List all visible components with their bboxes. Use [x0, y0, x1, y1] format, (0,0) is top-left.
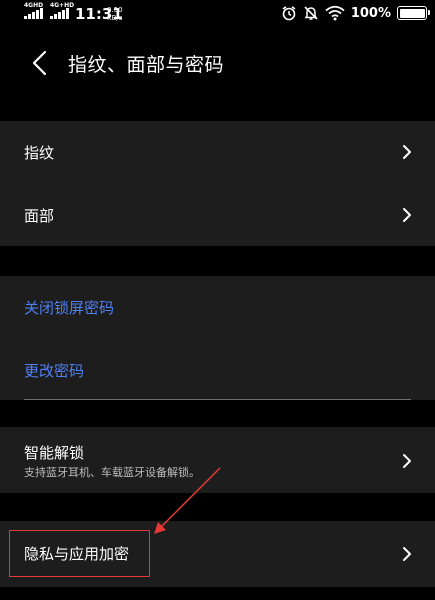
alarm-icon	[282, 6, 296, 21]
signal-1-label: 4GHD	[24, 2, 44, 9]
fingerprint-label: 指纹	[24, 144, 55, 162]
net-speed: 0.50 KB/s	[107, 6, 123, 22]
chevron-right-icon	[403, 208, 411, 222]
status-right: 100%	[281, 5, 430, 21]
signal-2-label: 4G+HD	[50, 2, 75, 9]
mute-icon	[304, 6, 318, 20]
chevron-right-icon	[403, 145, 411, 159]
battery-percent: 100%	[350, 5, 391, 21]
net-speed-unit: KB/s	[107, 14, 123, 22]
disable-lock-password-label: 关闭锁屏密码	[24, 299, 115, 317]
annotation-highlight-box	[9, 530, 150, 577]
status-bar: 4GHD 4G+HD 11:31 0.50 KB/s 100%	[0, 0, 435, 32]
biometrics-group: 指纹 面部	[0, 121, 435, 246]
password-group: 关闭锁屏密码 更改密码	[0, 276, 435, 400]
fingerprint-row[interactable]: 指纹	[0, 121, 435, 183]
smart-unlock-label: 智能解锁	[24, 444, 85, 462]
divider	[24, 399, 411, 400]
change-password-row[interactable]: 更改密码	[0, 338, 435, 400]
change-password-label: 更改密码	[24, 362, 85, 380]
signal-icon: 4G+HD	[50, 2, 74, 19]
chevron-left-icon[interactable]	[28, 50, 52, 76]
page-title: 指纹、面部与密码	[68, 54, 225, 76]
disable-lock-password-row[interactable]: 关闭锁屏密码	[0, 276, 435, 338]
wifi-icon	[325, 5, 345, 21]
face-label: 面部	[24, 207, 55, 225]
face-row[interactable]: 面部	[0, 183, 435, 246]
chevron-right-icon	[403, 547, 411, 561]
annotation-arrow-icon	[154, 467, 221, 534]
net-speed-value: 0.50	[107, 6, 123, 14]
battery-icon	[397, 6, 430, 20]
signal-icon: 4GHD	[24, 2, 43, 19]
page-header: 指纹、面部与密码	[0, 32, 435, 94]
chevron-right-icon	[403, 454, 411, 468]
